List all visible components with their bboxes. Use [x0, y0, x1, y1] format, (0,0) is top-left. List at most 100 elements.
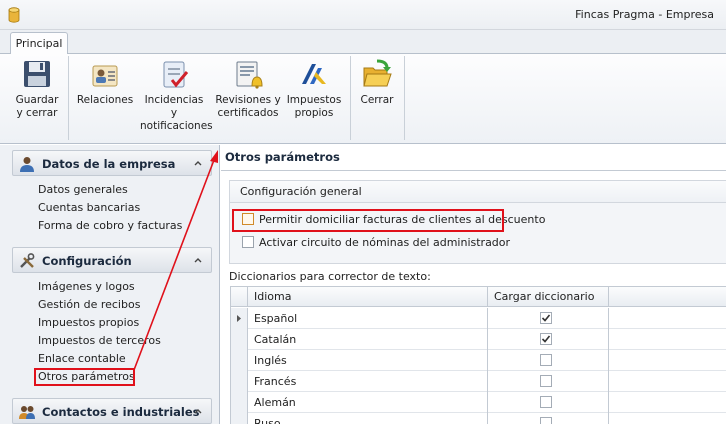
sidebar-item-datos-generales[interactable]: Datos generales: [38, 183, 128, 196]
contacts-card-icon: [92, 65, 118, 87]
table-row[interactable]: Ruso: [231, 413, 726, 424]
window-title: Fincas Pragma - Empresa: [575, 8, 714, 21]
current-row-arrow-icon: [237, 315, 241, 322]
cell-idioma[interactable]: Francés: [248, 371, 488, 392]
cargar-checkbox[interactable]: [540, 333, 552, 345]
cell-idioma[interactable]: Ruso: [248, 413, 488, 424]
cargar-checkbox[interactable]: [540, 312, 552, 324]
ribbon: Guardar y cerrar Relaciones Incidencias …: [0, 54, 726, 144]
cell-cargar: [488, 329, 609, 350]
title-divider: [221, 170, 726, 171]
dictionaries-table: Idioma Cargar diccionario Español Catalán…: [230, 286, 726, 424]
incidencias-label-2: notificaciones: [140, 120, 213, 132]
floppy-disk-icon: [24, 61, 50, 87]
impuestos-propios-button[interactable]: Impuestos propios: [286, 58, 342, 120]
sidebar-item-cuentas-bancarias[interactable]: Cuentas bancarias: [38, 201, 140, 214]
close-button[interactable]: Cerrar: [356, 58, 398, 107]
cell-idioma[interactable]: Español: [248, 308, 488, 329]
relaciones-label: Relaciones: [76, 94, 134, 106]
chevron-up-icon: [194, 161, 202, 166]
cell-cargar: [488, 371, 609, 392]
impuestos-label-1: Impuestos: [286, 94, 342, 106]
checklist-clipboard-icon: [163, 61, 189, 88]
cell-cargar: [488, 413, 609, 424]
chevron-up-icon: [194, 409, 202, 414]
group-title: Datos de la empresa: [42, 157, 176, 171]
save-close-button[interactable]: Guardar y cerrar: [12, 58, 62, 120]
row-indicator: [231, 392, 248, 413]
table-row[interactable]: Catalán: [231, 329, 726, 350]
row-indicator: [231, 329, 248, 350]
column-header-idioma[interactable]: Idioma: [248, 287, 488, 307]
cell-cargar: [488, 350, 609, 371]
row-indicator-header: [231, 287, 248, 307]
title-bar: Fincas Pragma - Empresa: [0, 0, 726, 30]
chevron-up-icon: [194, 258, 202, 263]
row-indicator: [231, 413, 248, 424]
sidebar-item-gestion-recibos[interactable]: Gestión de recibos: [38, 298, 140, 311]
page-title: Otros parámetros: [225, 150, 340, 164]
group-header-contactos[interactable]: Contactos e industriales: [12, 398, 212, 424]
revisiones-button[interactable]: Revisiones y certificados: [214, 58, 282, 120]
incidencias-button[interactable]: Incidencias y notificaciones: [140, 58, 213, 133]
table-header: Idioma Cargar diccionario: [231, 287, 726, 307]
option-label: Activar circuito de nóminas del administ…: [259, 236, 511, 249]
revisiones-label-2: certificados: [217, 107, 279, 119]
row-indicator: [231, 308, 248, 329]
row-indicator: [231, 371, 248, 392]
ribbon-separator: [350, 56, 351, 140]
incidencias-label-1: Incidencias y: [144, 94, 204, 119]
open-folder-arrow-icon: [363, 59, 392, 87]
cargar-checkbox[interactable]: [540, 417, 552, 424]
table-row[interactable]: Francés: [231, 371, 726, 392]
group-title: Configuración: [42, 254, 132, 268]
tax-agency-logo-icon: [302, 64, 326, 84]
cell-cargar: [488, 308, 609, 329]
user-icon: [20, 157, 34, 172]
cell-idioma[interactable]: Alemán: [248, 392, 488, 413]
certificate-bell-icon: [236, 61, 263, 89]
checkmark-icon: [541, 335, 551, 343]
column-header-cargar[interactable]: Cargar diccionario: [488, 287, 609, 307]
tools-icon: [20, 253, 35, 268]
cell-idioma[interactable]: Inglés: [248, 350, 488, 371]
sidebar-item-impuestos-terceros[interactable]: Impuestos de terceros: [38, 334, 161, 347]
selected-item-highlight: [34, 368, 135, 386]
close-label: Cerrar: [360, 94, 394, 106]
relaciones-button[interactable]: Relaciones: [76, 58, 134, 107]
ribbon-separator: [68, 56, 69, 140]
cell-cargar: [488, 392, 609, 413]
ribbon-separator: [404, 56, 405, 140]
config-group-title: Configuración general: [240, 185, 362, 198]
sidebar-item-forma-cobro[interactable]: Forma de cobro y facturas: [38, 219, 182, 232]
sidebar-item-enlace-contable[interactable]: Enlace contable: [38, 352, 126, 365]
config-group-header: Configuración general: [230, 181, 726, 203]
contacts-group-icon: [19, 406, 35, 419]
sidebar-item-impuestos-propios[interactable]: Impuestos propios: [38, 316, 139, 329]
option-highlight: [232, 209, 504, 232]
revisiones-label-1: Revisiones y: [215, 94, 281, 106]
row-indicator: [231, 350, 248, 371]
cargar-checkbox[interactable]: [540, 396, 552, 408]
table-row[interactable]: Alemán: [231, 392, 726, 413]
group-title: Contactos e industriales: [42, 405, 200, 419]
table-row[interactable]: Inglés: [231, 350, 726, 371]
checkbox[interactable]: [242, 236, 254, 248]
save-close-label-1: Guardar: [15, 94, 59, 106]
table-row[interactable]: Español: [231, 308, 726, 329]
ribbon-tabstrip: Principal: [0, 30, 726, 55]
cargar-checkbox[interactable]: [540, 375, 552, 387]
impuestos-label-2: propios: [294, 107, 334, 119]
cell-idioma[interactable]: Catalán: [248, 329, 488, 350]
checkmark-icon: [541, 314, 551, 322]
sidebar-item-imagenes-logos[interactable]: Imágenes y logos: [38, 280, 135, 293]
group-header-datos-empresa[interactable]: Datos de la empresa: [12, 150, 212, 176]
database-icon: [8, 7, 20, 23]
group-header-configuracion[interactable]: Configuración: [12, 247, 212, 273]
content-panel: Otros parámetros Configuración general P…: [221, 145, 726, 424]
tab-principal[interactable]: Principal: [10, 32, 68, 55]
cargar-checkbox[interactable]: [540, 354, 552, 366]
save-close-label-2: y cerrar: [16, 107, 58, 119]
dictionaries-label: Diccionarios para corrector de texto:: [229, 270, 431, 283]
option-circuito-nominas[interactable]: Activar circuito de nóminas del administ…: [242, 236, 510, 249]
